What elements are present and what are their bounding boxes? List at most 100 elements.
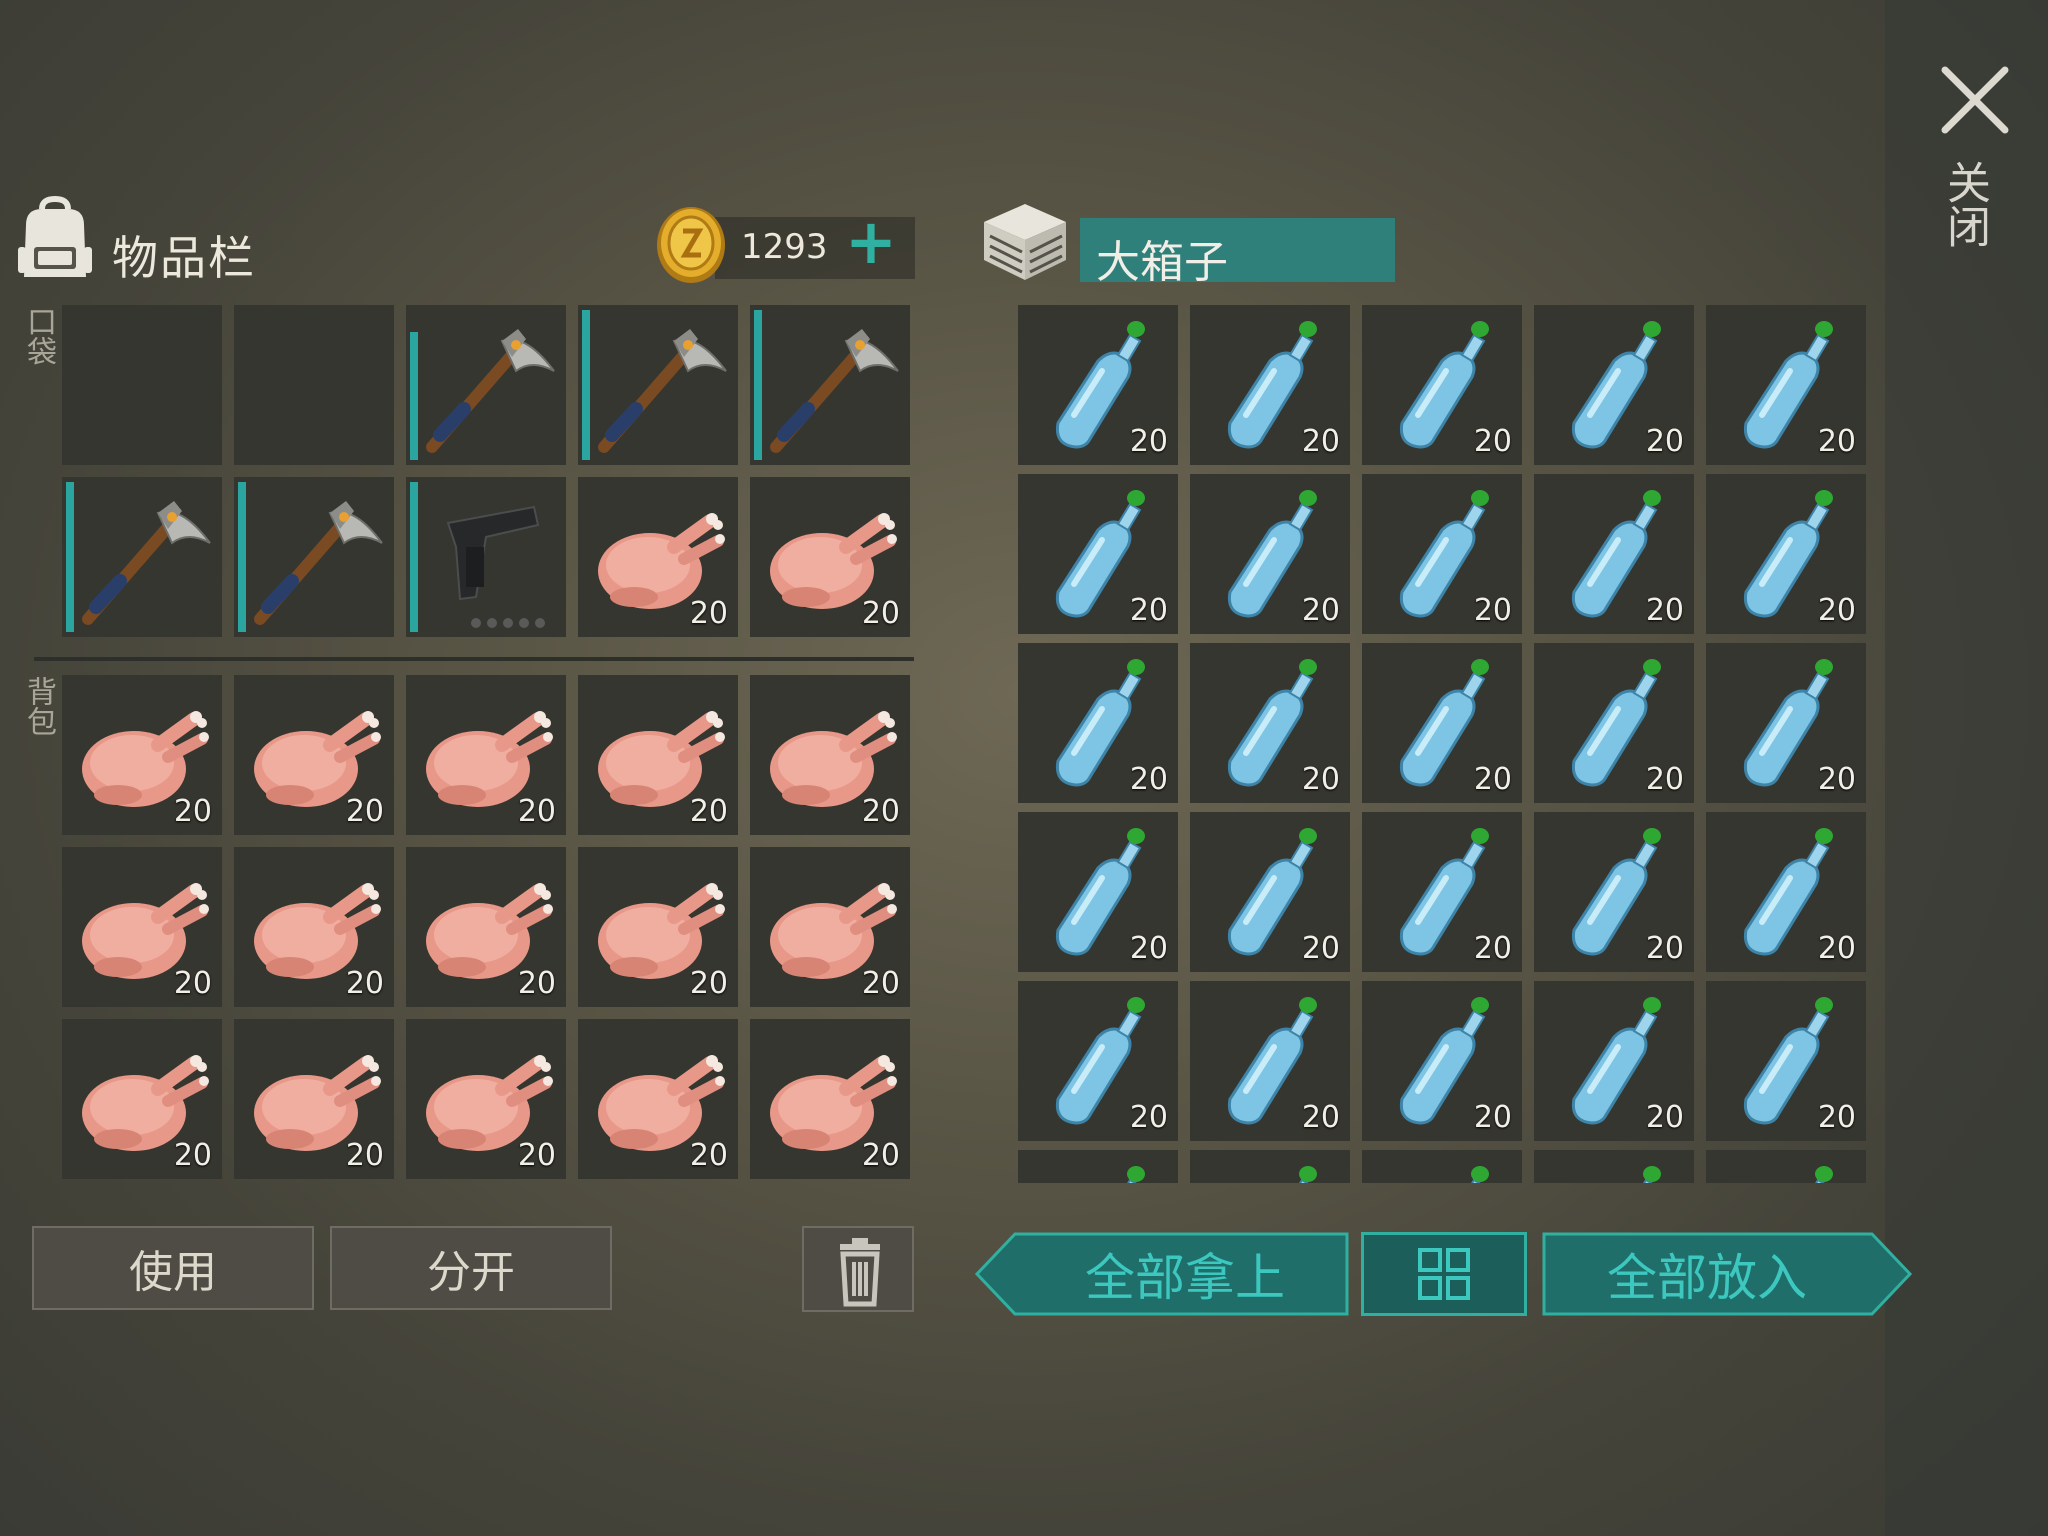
item-count: 20	[1129, 424, 1168, 459]
item-count: 20	[1129, 593, 1168, 628]
item-count: 20	[1645, 424, 1684, 459]
backpack-slot[interactable]: 20	[234, 847, 394, 1007]
item-count: 20	[1473, 762, 1512, 797]
pocket-slot[interactable]	[62, 477, 222, 637]
chest-slot[interactable]: 20	[1706, 812, 1866, 972]
chicken-icon	[82, 1055, 209, 1151]
pocket-slot[interactable]	[578, 305, 738, 465]
chest-slot[interactable]: 20	[1706, 981, 1866, 1141]
backpack-slot[interactable]: 20	[750, 675, 910, 835]
item-count: 20	[1645, 762, 1684, 797]
backpack-slot[interactable]: 20	[234, 675, 394, 835]
durability-bar	[66, 482, 74, 632]
pocket-slot[interactable]	[406, 305, 566, 465]
chest-slot[interactable]: 20	[1018, 305, 1178, 465]
chest-slot[interactable]	[1190, 1150, 1350, 1183]
chest-slot[interactable]: 20	[1534, 474, 1694, 634]
close-label[interactable]: 关闭	[1939, 160, 1990, 248]
chest-slot[interactable]: 20	[1190, 474, 1350, 634]
backpack-slot[interactable]: 20	[62, 847, 222, 1007]
chest-slot[interactable]: 20	[1190, 305, 1350, 465]
pocket-slot[interactable]	[234, 305, 394, 465]
chicken-icon	[254, 711, 381, 807]
chest-slot[interactable]: 20	[1534, 643, 1694, 803]
chest-slot[interactable]: 20	[1362, 981, 1522, 1141]
item-count: 20	[517, 966, 556, 1001]
chest-slot[interactable]: 20	[1362, 305, 1522, 465]
put-all-label: 全部放入	[1607, 1249, 1807, 1307]
item-count: 20	[1129, 931, 1168, 966]
put-all-button[interactable]: 全部放入	[1542, 1232, 1912, 1316]
pocket-slot[interactable]	[62, 305, 222, 465]
chicken-icon	[770, 513, 897, 609]
chest-slot[interactable]: 20	[1534, 981, 1694, 1141]
split-button[interactable]: 分开	[330, 1226, 612, 1310]
item-count: 20	[1473, 1100, 1512, 1135]
chest-slot[interactable]	[1018, 1150, 1178, 1183]
chest-slot[interactable]	[1362, 1150, 1522, 1183]
chest-slot[interactable]: 20	[1190, 981, 1350, 1141]
durability-bar	[582, 310, 590, 460]
water-bottle-icon	[1127, 1166, 1145, 1183]
chest-slot[interactable]: 20	[1018, 812, 1178, 972]
close-button[interactable]	[1935, 60, 2015, 140]
coin-value: 1293	[741, 227, 828, 267]
chest-slot[interactable]: 20	[1534, 812, 1694, 972]
item-count: 20	[861, 966, 900, 1001]
chest-slot[interactable]: 20	[1362, 643, 1522, 803]
add-coins-button[interactable]: +	[845, 211, 897, 273]
take-all-label: 全部拿上	[1085, 1249, 1285, 1307]
water-bottle-icon	[1471, 1166, 1489, 1183]
pocket-slot[interactable]	[234, 477, 394, 637]
chest-slot[interactable]: 20	[1190, 812, 1350, 972]
item-count: 20	[1817, 424, 1856, 459]
chest-slot[interactable]: 20	[1018, 981, 1178, 1141]
water-bottle-icon	[1127, 1166, 1145, 1183]
backpack-slot[interactable]: 20	[406, 1019, 566, 1179]
water-bottle-icon	[1815, 1166, 1833, 1183]
pickaxe-icon	[82, 501, 211, 625]
pistol-icon	[446, 505, 545, 628]
chest-slot[interactable]: 20	[1706, 474, 1866, 634]
pickaxe-icon	[82, 501, 211, 625]
backpack-slot[interactable]: 20	[62, 1019, 222, 1179]
backpack-slot[interactable]: 20	[750, 847, 910, 1007]
take-all-button[interactable]: 全部拿上	[975, 1232, 1350, 1316]
pocket-slot[interactable]: 20	[578, 477, 738, 637]
chest-slot[interactable]: 20	[1190, 643, 1350, 803]
chest-title: 大箱子	[1096, 237, 1228, 288]
backpack-slot[interactable]: 20	[62, 675, 222, 835]
chest-slot[interactable]	[1534, 1150, 1694, 1183]
backpack-slot[interactable]: 20	[578, 847, 738, 1007]
sort-button[interactable]	[1361, 1232, 1527, 1316]
durability-bar	[238, 482, 246, 632]
chicken-icon	[770, 883, 897, 979]
chest-slot[interactable]: 20	[1018, 474, 1178, 634]
chest-slot[interactable]: 20	[1706, 643, 1866, 803]
backpack-slot[interactable]: 20	[234, 1019, 394, 1179]
chest-slot[interactable]: 20	[1706, 305, 1866, 465]
use-button[interactable]: 使用	[32, 1226, 314, 1310]
backpack-slot[interactable]: 20	[578, 1019, 738, 1179]
item-count: 20	[861, 596, 900, 631]
chest-slot[interactable]: 20	[1534, 305, 1694, 465]
backpack-slot[interactable]: 20	[578, 675, 738, 835]
chicken-icon	[598, 1055, 725, 1151]
backpack-slot[interactable]: 20	[750, 1019, 910, 1179]
backpack-slot[interactable]: 20	[406, 847, 566, 1007]
item-count: 20	[1645, 931, 1684, 966]
chest-slot[interactable]: 20	[1362, 812, 1522, 972]
chicken-icon	[82, 711, 209, 807]
chicken-icon	[82, 883, 209, 979]
item-count: 20	[345, 794, 384, 829]
chest-slot[interactable]	[1706, 1150, 1866, 1183]
water-bottle-icon	[1471, 1166, 1489, 1183]
chest-slot[interactable]: 20	[1362, 474, 1522, 634]
pocket-slot[interactable]: 20	[750, 477, 910, 637]
chest-slot[interactable]: 20	[1018, 643, 1178, 803]
pocket-slot[interactable]	[406, 477, 566, 637]
pocket-slot[interactable]	[750, 305, 910, 465]
trash-button[interactable]	[802, 1226, 914, 1312]
item-count: 20	[517, 794, 556, 829]
backpack-slot[interactable]: 20	[406, 675, 566, 835]
